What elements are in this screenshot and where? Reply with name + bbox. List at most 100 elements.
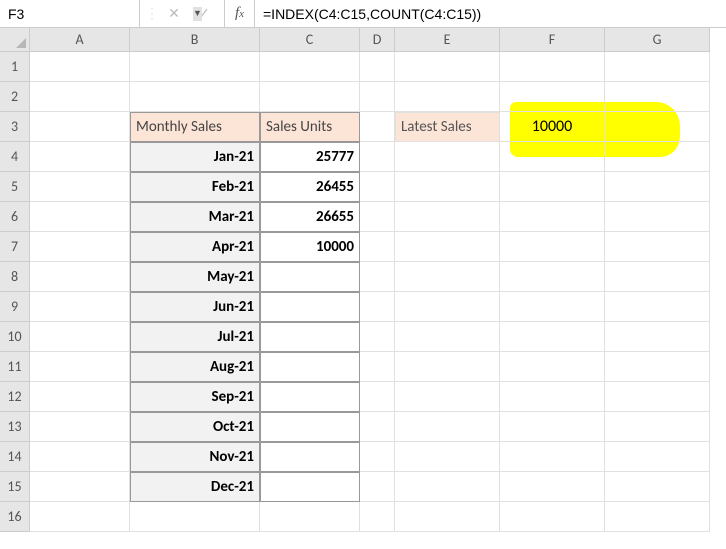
cell-f7[interactable]: [500, 232, 605, 262]
cell-b5[interactable]: Feb-21: [130, 172, 260, 202]
cell-e5[interactable]: [395, 172, 500, 202]
row-header-9[interactable]: 9: [0, 292, 30, 322]
cell-e15[interactable]: [395, 472, 500, 502]
cell-b1[interactable]: [130, 52, 260, 82]
cell-c5[interactable]: 26455: [260, 172, 360, 202]
cell-d4[interactable]: [360, 142, 395, 172]
cell-g1[interactable]: [605, 52, 710, 82]
row-header-3[interactable]: 3: [0, 112, 30, 142]
cell-c8[interactable]: [260, 262, 360, 292]
col-header-d[interactable]: D: [360, 28, 395, 52]
cell-d13[interactable]: [360, 412, 395, 442]
cell-c6[interactable]: 26655: [260, 202, 360, 232]
cell-a2[interactable]: [30, 82, 130, 112]
cell-e6[interactable]: [395, 202, 500, 232]
col-header-e[interactable]: E: [395, 28, 500, 52]
cell-f5[interactable]: [500, 172, 605, 202]
cell-a3[interactable]: [30, 112, 130, 142]
cell-c15[interactable]: [260, 472, 360, 502]
cell-b6[interactable]: Mar-21: [130, 202, 260, 232]
row-header-12[interactable]: 12: [0, 382, 30, 412]
cell-f14[interactable]: [500, 442, 605, 472]
cell-g11[interactable]: [605, 352, 710, 382]
cell-c16[interactable]: [260, 502, 360, 532]
cell-a10[interactable]: [30, 322, 130, 352]
name-box-dropdown[interactable]: ▼: [193, 7, 202, 21]
cell-b8[interactable]: May-21: [130, 262, 260, 292]
row-header-10[interactable]: 10: [0, 322, 30, 352]
col-header-b[interactable]: B: [130, 28, 260, 52]
cell-b7[interactable]: Apr-21: [130, 232, 260, 262]
row-header-14[interactable]: 14: [0, 442, 30, 472]
col-header-f[interactable]: F: [500, 28, 605, 52]
cell-f4[interactable]: [500, 142, 605, 172]
cell-g12[interactable]: [605, 382, 710, 412]
cell-b16[interactable]: [130, 502, 260, 532]
cell-e8[interactable]: [395, 262, 500, 292]
cell-c3[interactable]: Sales Units: [260, 112, 360, 142]
cell-e16[interactable]: [395, 502, 500, 532]
cell-a16[interactable]: [30, 502, 130, 532]
cell-d16[interactable]: [360, 502, 395, 532]
row-header-7[interactable]: 7: [0, 232, 30, 262]
col-header-c[interactable]: C: [260, 28, 360, 52]
cell-f11[interactable]: [500, 352, 605, 382]
cell-c1[interactable]: [260, 52, 360, 82]
name-box[interactable]: [4, 6, 193, 22]
cell-b14[interactable]: Nov-21: [130, 442, 260, 472]
row-header-1[interactable]: 1: [0, 52, 30, 82]
cell-g7[interactable]: [605, 232, 710, 262]
cell-f2[interactable]: [500, 82, 605, 112]
cell-c12[interactable]: [260, 382, 360, 412]
cell-g16[interactable]: [605, 502, 710, 532]
cell-f10[interactable]: [500, 322, 605, 352]
cell-e14[interactable]: [395, 442, 500, 472]
cell-c13[interactable]: [260, 412, 360, 442]
cell-g15[interactable]: [605, 472, 710, 502]
cell-g3[interactable]: [605, 112, 710, 142]
cell-f9[interactable]: [500, 292, 605, 322]
col-header-a[interactable]: A: [30, 28, 130, 52]
cell-d11[interactable]: [360, 352, 395, 382]
cell-d5[interactable]: [360, 172, 395, 202]
cell-b11[interactable]: Aug-21: [130, 352, 260, 382]
cell-g14[interactable]: [605, 442, 710, 472]
cell-e3[interactable]: Latest Sales: [395, 112, 500, 142]
fx-icon[interactable]: fx: [225, 0, 255, 27]
cell-e9[interactable]: [395, 292, 500, 322]
cell-d1[interactable]: [360, 52, 395, 82]
cell-d10[interactable]: [360, 322, 395, 352]
cell-e4[interactable]: [395, 142, 500, 172]
cell-g8[interactable]: [605, 262, 710, 292]
cell-e2[interactable]: [395, 82, 500, 112]
cell-f6[interactable]: [500, 202, 605, 232]
cell-e13[interactable]: [395, 412, 500, 442]
cell-f15[interactable]: [500, 472, 605, 502]
cell-f3[interactable]: 10000: [500, 112, 605, 142]
cell-e1[interactable]: [395, 52, 500, 82]
cell-c9[interactable]: [260, 292, 360, 322]
cell-b4[interactable]: Jan-21: [130, 142, 260, 172]
cell-c7[interactable]: 10000: [260, 232, 360, 262]
cell-a13[interactable]: [30, 412, 130, 442]
cell-d15[interactable]: [360, 472, 395, 502]
cell-b9[interactable]: Jun-21: [130, 292, 260, 322]
row-header-11[interactable]: 11: [0, 352, 30, 382]
cell-c14[interactable]: [260, 442, 360, 472]
row-header-13[interactable]: 13: [0, 412, 30, 442]
cell-d9[interactable]: [360, 292, 395, 322]
row-header-4[interactable]: 4: [0, 142, 30, 172]
cell-a11[interactable]: [30, 352, 130, 382]
cell-c10[interactable]: [260, 322, 360, 352]
cell-d8[interactable]: [360, 262, 395, 292]
cell-g13[interactable]: [605, 412, 710, 442]
cell-b13[interactable]: Oct-21: [130, 412, 260, 442]
cell-d6[interactable]: [360, 202, 395, 232]
row-header-16[interactable]: 16: [0, 502, 30, 532]
cell-g4[interactable]: [605, 142, 710, 172]
cell-b3[interactable]: Monthly Sales: [130, 112, 260, 142]
cell-a5[interactable]: [30, 172, 130, 202]
formula-input[interactable]: [255, 0, 726, 27]
row-header-15[interactable]: 15: [0, 472, 30, 502]
cell-f12[interactable]: [500, 382, 605, 412]
